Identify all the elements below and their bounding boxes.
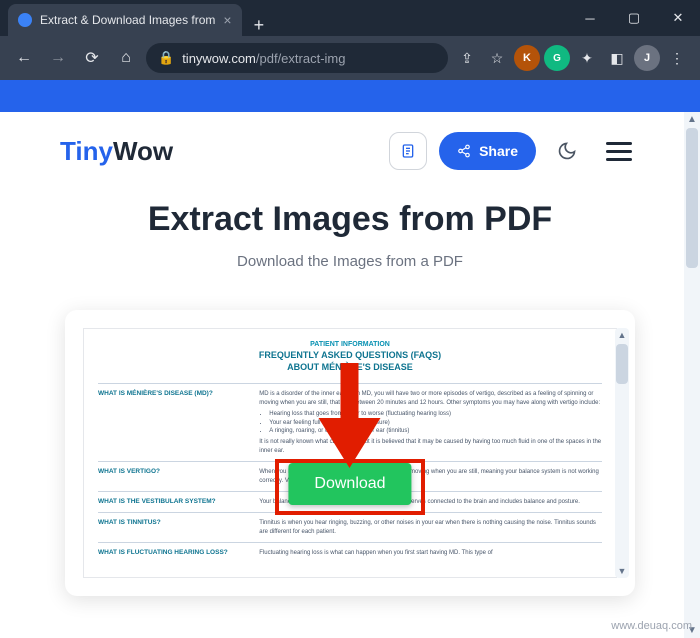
extension-k-icon[interactable]: K [514, 45, 540, 71]
doc-row-label: WHAT IS TINNITUS? [98, 519, 259, 536]
close-window-button[interactable]: ✕ [656, 0, 700, 36]
reload-button[interactable]: ⟳ [78, 44, 106, 72]
watermark: www.deuaq.com [611, 620, 692, 632]
preview-card: PATIENT INFORMATION FREQUENTLY ASKED QUE… [65, 310, 635, 596]
home-button[interactable]: ⌂ [112, 44, 140, 72]
share-label: Share [479, 143, 518, 159]
scroll-down-icon[interactable]: ▼ [615, 566, 629, 576]
profile-avatar[interactable]: J [634, 45, 660, 71]
url-path: /pdf/extract-img [256, 51, 346, 66]
doc-row-label: WHAT IS FLUCTUATING HEARING LOSS? [98, 549, 259, 557]
doc-title: FREQUENTLY ASKED QUESTIONS (FAQS) ABOUT … [98, 350, 602, 373]
tab-favicon [18, 13, 32, 27]
doc-row-label: WHAT IS MÉNIÈRE'S DISEASE (MD)? [98, 390, 259, 455]
site-top-bar [0, 80, 700, 112]
minimize-button[interactable]: ─ [568, 0, 612, 36]
extension-g-icon[interactable]: G [544, 45, 570, 71]
share-page-icon[interactable]: ⇪ [454, 45, 480, 71]
doc-row-text: MD is a disorder of the inner ear. With … [259, 390, 602, 455]
browser-tab[interactable]: Extract & Download Images from × [8, 4, 242, 36]
moon-icon [557, 141, 577, 161]
browser-menu-icon[interactable]: ⋮ [664, 45, 690, 71]
hamburger-menu[interactable] [598, 134, 640, 169]
pdf-preview: PATIENT INFORMATION FREQUENTLY ASKED QUE… [83, 328, 617, 578]
doc-row-label: WHAT IS THE VESTIBULAR SYSTEM? [98, 498, 259, 506]
maximize-button[interactable]: ▢ [612, 0, 656, 36]
doc-row-label: WHAT IS VERTIGO? [98, 468, 259, 485]
doc-row: WHAT IS TINNITUS?Tinnitus is when you he… [98, 512, 602, 542]
close-tab-icon[interactable]: × [223, 12, 231, 28]
forward-button[interactable]: → [44, 44, 72, 72]
share-icon [457, 144, 471, 158]
page-scrollbar[interactable]: ▲ ▼ [684, 112, 700, 638]
document-icon [400, 143, 416, 159]
lock-icon: 🔒 [158, 50, 174, 66]
new-tab-button[interactable]: + [242, 15, 277, 36]
doc-row-text: Tinnitus is when you hear ringing, buzzi… [259, 519, 602, 536]
doc-row: WHAT IS MÉNIÈRE'S DISEASE (MD)?MD is a d… [98, 383, 602, 461]
theme-toggle[interactable] [548, 132, 586, 170]
download-button[interactable]: Download [288, 463, 411, 505]
preview-scroll-thumb[interactable] [616, 344, 628, 384]
tab-title: Extract & Download Images from [40, 13, 215, 27]
doc-header: PATIENT INFORMATION [98, 341, 602, 348]
url-host: tinywow.com [182, 51, 256, 66]
address-bar[interactable]: 🔒 tinywow.com/pdf/extract-img [146, 43, 448, 73]
extensions-icon[interactable]: ✦ [574, 45, 600, 71]
site-logo[interactable]: TinyWow [60, 136, 173, 167]
doc-row: WHAT IS FLUCTUATING HEARING LOSS?Fluctua… [98, 542, 602, 563]
page-scroll-up-icon[interactable]: ▲ [684, 114, 700, 125]
logo-part1: Tiny [60, 136, 113, 166]
page-scroll-thumb[interactable] [686, 128, 698, 268]
logo-part2: Wow [113, 136, 173, 166]
bookmark-icon[interactable]: ☆ [484, 45, 510, 71]
scroll-up-icon[interactable]: ▲ [615, 330, 629, 340]
doc-row-text: Fluctuating hearing loss is what can hap… [259, 549, 602, 557]
preview-scrollbar[interactable]: ▲ ▼ [615, 328, 629, 578]
page-subtitle: Download the Images from a PDF [60, 253, 640, 270]
share-button[interactable]: Share [439, 132, 536, 170]
side-panel-icon[interactable]: ◧ [604, 45, 630, 71]
document-icon-button[interactable] [389, 132, 427, 170]
page-title: Extract Images from PDF [60, 200, 640, 239]
back-button[interactable]: ← [10, 44, 38, 72]
